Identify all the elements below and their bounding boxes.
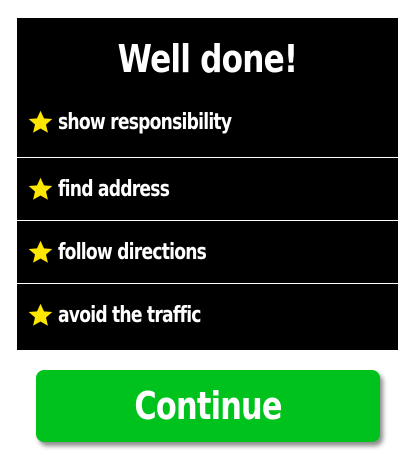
achievement-item: follow directions	[17, 220, 398, 283]
star-icon	[28, 177, 53, 200]
continue-button[interactable]: Continue	[36, 370, 380, 442]
results-panel: Well done! show responsibility find addr…	[17, 18, 398, 350]
continue-button-label: Continue	[134, 384, 282, 428]
achievement-label: show responsibility	[58, 110, 232, 135]
achievement-item: avoid the traffic	[17, 283, 398, 346]
achievement-list: show responsibility find address follow …	[17, 108, 398, 346]
achievement-item: show responsibility	[17, 88, 398, 157]
star-icon	[28, 303, 53, 326]
achievement-label: follow directions	[58, 239, 207, 265]
achievement-label: avoid the traffic	[58, 302, 201, 328]
star-icon	[28, 240, 53, 263]
achievement-item: find address	[17, 157, 398, 220]
star-icon	[28, 110, 53, 133]
achievement-label: find address	[58, 176, 170, 202]
